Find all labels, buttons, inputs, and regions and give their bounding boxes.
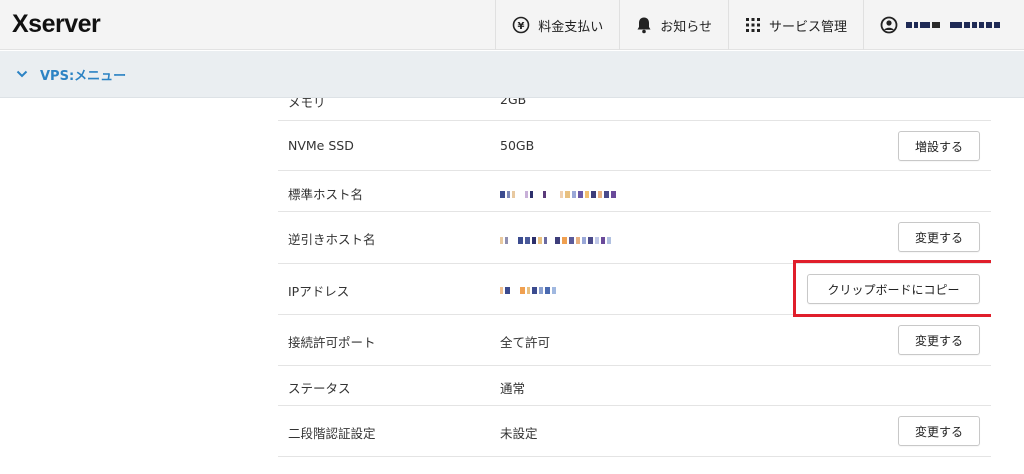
table-row-ip-address: IPアドレス クリップボードにコピー (278, 264, 991, 315)
row-label: メモリ (288, 98, 326, 110)
row-value: 2GB (500, 98, 527, 107)
notice-nav-item[interactable]: お知らせ (619, 0, 728, 50)
row-label: 標準ホスト名 (288, 187, 364, 202)
service-nav-label: サービス管理 (768, 19, 847, 35)
row-label: ステータス (288, 381, 351, 396)
chevron-down-icon (16, 70, 28, 78)
vps-info-table: メモリ 2GB NVMe SSD 50GB 増設する 標準ホスト名 逆引きホスト… (278, 98, 991, 474)
masked-ip-value (500, 282, 558, 297)
row-value: 50GB (500, 138, 535, 153)
row-label: 接続許可ポート (288, 335, 376, 350)
user-circle-icon (880, 16, 898, 34)
vps-menu-label: VPS:メニュー (40, 68, 127, 84)
row-label: 二段階認証設定 (288, 426, 376, 441)
service-nav-item[interactable]: サービス管理 (727, 0, 863, 50)
row-label: NVMe SSD (288, 138, 354, 153)
header-nav: ¥ 料金支払い お知らせ サービス管理 (495, 0, 1024, 50)
expand-storage-button[interactable]: 増設する (898, 131, 980, 161)
change-reverse-hostname-button[interactable]: 変更する (898, 222, 980, 252)
payment-nav-item[interactable]: ¥ 料金支払い (495, 0, 619, 50)
masked-username (906, 18, 1002, 33)
table-row-standard-hostname: 標準ホスト名 (278, 171, 991, 212)
payment-nav-label: 料金支払い (538, 19, 604, 35)
svg-text:¥: ¥ (518, 21, 525, 32)
row-label: IPアドレス (288, 284, 350, 299)
status-value: 通常 (500, 381, 526, 396)
notice-nav-label: お知らせ (660, 19, 712, 35)
change-ports-button[interactable]: 変更する (898, 325, 980, 355)
row-label: 逆引きホスト名 (288, 232, 376, 247)
vps-menu-toggle[interactable]: VPS:メニュー (0, 51, 1024, 98)
yen-circle-icon: ¥ (512, 16, 530, 34)
grid-icon (745, 17, 761, 33)
row-value: 未設定 (500, 426, 538, 441)
row-value: 全て許可 (500, 335, 551, 350)
xserver-logo[interactable]: Xserver (12, 10, 101, 39)
masked-reverse-hostname-value (500, 232, 613, 247)
user-menu[interactable] (863, 0, 1024, 50)
table-row-memory: メモリ 2GB (278, 98, 991, 121)
table-row-two-factor: 二段階認証設定 未設定 変更する (278, 406, 991, 457)
table-row-allowed-ports: 接続許可ポート 全て許可 変更する (278, 315, 991, 366)
top-header: Xserver ¥ 料金支払い お知らせ サービス管理 (0, 0, 1024, 50)
table-row-reverse-hostname: 逆引きホスト名 変更する (278, 212, 991, 264)
table-row-status: ステータス 通常 (278, 366, 991, 406)
table-row-nvme-ssd: NVMe SSD 50GB 増設する (278, 121, 991, 171)
bell-icon (636, 16, 652, 34)
copy-to-clipboard-button[interactable]: クリップボードにコピー (807, 274, 980, 304)
masked-hostname-value (500, 186, 618, 201)
change-two-factor-button[interactable]: 変更する (898, 416, 980, 446)
